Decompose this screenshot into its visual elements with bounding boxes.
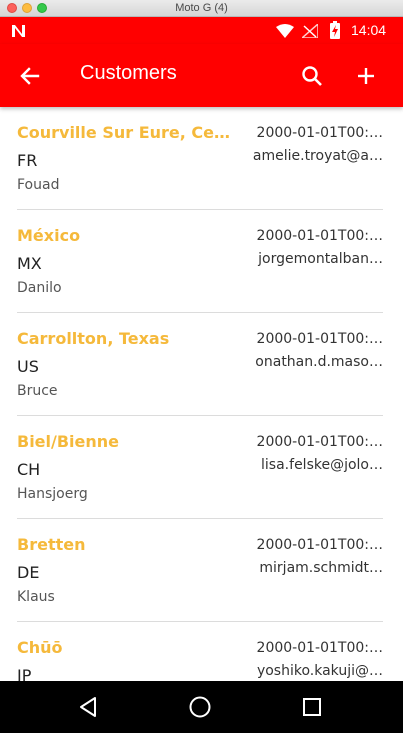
customer-first-name: Bruce (17, 383, 58, 399)
customer-first-name: Klaus (17, 589, 55, 605)
emulator-titlebar: Moto G (4) (0, 0, 403, 17)
customer-city: Chūō (17, 638, 63, 657)
page-title: Customers (80, 62, 177, 84)
status-clock: 14:04 (351, 22, 387, 38)
customer-list-item[interactable]: Biel/Bienne 2000-01-01T00:… CH lisa.fels… (0, 416, 403, 519)
customer-city: Bretten (17, 535, 86, 554)
customer-list-item[interactable]: Carrollton, Texas 2000-01-01T00:… US ona… (0, 313, 403, 416)
nav-recents-icon (303, 698, 321, 716)
customer-list-item[interactable]: México 2000-01-01T00:… MX jorgemontalban… (0, 210, 403, 313)
customer-city: Carrollton, Texas (17, 329, 170, 348)
nav-back-button[interactable] (76, 695, 100, 723)
customer-country: DE (17, 563, 40, 582)
wifi-icon (276, 23, 294, 42)
nav-back-icon (80, 697, 96, 717)
battery-charging-icon (330, 21, 340, 43)
nav-home-button[interactable] (188, 695, 212, 723)
back-arrow-icon (20, 67, 40, 85)
notification-n-icon (10, 22, 28, 44)
customer-first-name: Fouad (17, 177, 60, 193)
no-sim-icon (300, 22, 319, 42)
customer-list-item[interactable]: Chūō 2000-01-01T00:… JP yoshiko.kakuji@… (0, 622, 403, 681)
plus-icon (358, 68, 374, 84)
window-title: Moto G (4) (175, 2, 228, 14)
customer-city: Biel/Bienne (17, 432, 120, 451)
customer-first-name: Hansjoerg (17, 486, 88, 502)
customer-email: lisa.felske@jolo… (261, 457, 383, 473)
customer-date: 2000-01-01T00:… (256, 640, 383, 656)
customer-email: mirjam.schmidt… (259, 560, 383, 576)
customer-list[interactable]: Courville Sur Eure, Cen… 2000-01-01T00:…… (0, 107, 403, 681)
customer-list-item[interactable]: Courville Sur Eure, Cen… 2000-01-01T00:…… (0, 107, 403, 210)
customer-date: 2000-01-01T00:… (256, 331, 383, 347)
customer-city: México (17, 226, 81, 245)
customer-date: 2000-01-01T00:… (256, 125, 383, 141)
customer-city: Courville Sur Eure, Cen… (17, 123, 239, 142)
navigation-bar (0, 681, 403, 733)
customer-date: 2000-01-01T00:… (256, 434, 383, 450)
customer-country: JP (17, 666, 32, 681)
customer-country: FR (17, 151, 38, 170)
app-bar: Customers (0, 44, 403, 107)
search-icon (302, 66, 322, 86)
nav-recents-button[interactable] (302, 697, 322, 721)
customer-email: amelie.troyat@a… (252, 148, 383, 164)
customer-list-item[interactable]: Bretten 2000-01-01T00:… DE mirjam.schmid… (0, 519, 403, 622)
customer-email: onathan.d.maso… (255, 354, 383, 370)
add-customer-button[interactable] (350, 60, 382, 92)
customer-email: jorgemontalban… (258, 251, 383, 267)
customer-email: yoshiko.kakuji@… (256, 663, 383, 679)
customer-country: CH (17, 460, 41, 479)
status-bar: 14:04 (0, 17, 403, 44)
back-arrow-button[interactable] (14, 60, 46, 92)
customer-date: 2000-01-01T00:… (256, 537, 383, 553)
search-button[interactable] (296, 60, 328, 92)
nav-home-icon (189, 696, 211, 718)
customer-first-name: Danilo (17, 280, 62, 296)
customer-date: 2000-01-01T00:… (256, 228, 383, 244)
customer-country: MX (17, 254, 42, 273)
customer-country: US (17, 357, 39, 376)
